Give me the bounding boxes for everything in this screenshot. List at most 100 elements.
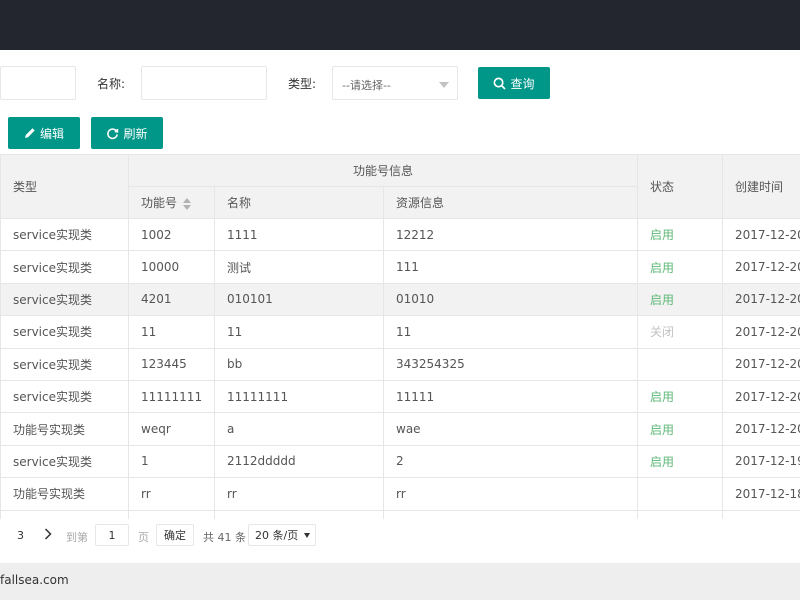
table-row[interactable]: 功能号实现类 weqr a wae 启用 2017-12-20 <box>0 412 800 446</box>
chevron-down-icon <box>439 82 449 88</box>
cell-name: rr <box>214 477 384 511</box>
type-label: 类型: <box>288 77 317 91</box>
query-button-label: 查询 <box>510 76 535 91</box>
cell-type: service实现类 <box>0 282 129 317</box>
cell-func-no: 10000 <box>128 250 215 284</box>
search-form: 名称: 类型: --请选择-- 查询 <box>0 66 800 100</box>
edit-button[interactable]: 编辑 <box>8 117 80 149</box>
cell-status: 启用 <box>637 444 724 479</box>
cell-name: 11 <box>214 315 384 349</box>
query-button[interactable]: 查询 <box>478 67 550 99</box>
cell-name: 11111111 <box>214 379 384 414</box>
cell-func-no: rr <box>128 477 215 511</box>
top-header-bar <box>0 0 800 50</box>
page-link-last[interactable]: 3 <box>17 529 24 542</box>
cell-resource: 11111 <box>382 379 639 414</box>
data-table: 类型 功能号信息 状态 创建时间 功能号 名称 资源信息 service实现类 … <box>0 154 800 519</box>
cell-func-no: 11 <box>128 315 215 349</box>
cell-type: service实现类 <box>0 379 129 414</box>
page-size-value: 20 条/页 <box>255 529 299 542</box>
refresh-button[interactable]: 刷新 <box>91 117 163 149</box>
cell-status: 启用 <box>637 217 724 252</box>
cell-func-no: 1002 <box>128 217 215 252</box>
cell-name: 010101 <box>214 282 384 317</box>
edit-button-label: 编辑 <box>39 126 64 141</box>
name-label: 名称: <box>97 77 126 91</box>
cell-func-no: 1 <box>128 444 215 479</box>
cell-created: 2017-12-20 <box>722 217 800 252</box>
cell-type: service实现类 <box>0 444 129 479</box>
cell-created: 2017-12-20 <box>722 379 800 414</box>
cell-name: 1111 <box>214 217 384 252</box>
goto-label: 到第 <box>66 531 88 544</box>
footer: fallsea.com <box>0 563 800 600</box>
cell-status <box>637 347 724 381</box>
cell-resource: 12212 <box>382 217 639 252</box>
cell-status: 关闭 <box>637 315 724 349</box>
name-search-input[interactable] <box>141 66 267 100</box>
table-row[interactable]: 功能号实现类 rr rr rr 2017-12-18 <box>0 477 800 511</box>
cell-type: service实现类 <box>0 217 129 252</box>
cell-status <box>637 477 724 511</box>
cell-created: 2017-12-20 <box>722 250 800 284</box>
refresh-icon <box>107 127 119 139</box>
header-name[interactable]: 名称 <box>214 186 384 219</box>
cell-type: service实现类 <box>0 315 129 349</box>
cell-status: 启用 <box>637 412 724 446</box>
cell-status: 启用 <box>637 282 724 317</box>
cell-func-no: weqr <box>128 412 215 446</box>
cell-created: 2017-12-20 <box>722 282 800 317</box>
cell-resource: 111 <box>382 250 639 284</box>
cell-created: 2017-12-20 <box>722 412 800 446</box>
cell-resource: 343254325 <box>382 347 639 381</box>
table-row[interactable]: service实现类 4201 010101 01010 启用 2017-12-… <box>0 282 800 317</box>
cell-type: 功能号实现类 <box>0 412 129 446</box>
header-func-group: 功能号信息 <box>127 154 639 187</box>
type-select-value: --请选择-- <box>342 79 391 92</box>
cell-name: 测试 <box>214 250 384 284</box>
edit-icon <box>24 128 35 138</box>
confirm-page-button[interactable]: 确定 <box>156 524 194 546</box>
table-row <box>0 509 800 519</box>
header-status[interactable]: 状态 <box>637 154 724 219</box>
table-row[interactable]: service实现类 1 2112ddddd 2 启用 2017-12-19 <box>0 444 800 479</box>
header-func-no-label: 功能号 <box>141 196 178 210</box>
search-field-left[interactable] <box>0 66 76 100</box>
page-number-input[interactable]: 1 <box>95 524 129 546</box>
cell-created: 2017-12-18 <box>722 477 800 511</box>
cell-created: 2017-12-20 <box>722 347 800 381</box>
table-row[interactable]: service实现类 123445 bb 343254325 2017-12-2… <box>0 347 800 381</box>
header-resource[interactable]: 资源信息 <box>382 186 639 219</box>
cell-status: 启用 <box>637 250 724 284</box>
caret-down-icon <box>304 533 310 538</box>
cell-resource: rr <box>382 477 639 511</box>
cell-name: bb <box>214 347 384 381</box>
cell-type: 功能号实现类 <box>0 477 129 511</box>
refresh-button-label: 刷新 <box>123 126 148 141</box>
search-icon <box>494 77 507 90</box>
cell-status: 启用 <box>637 379 724 414</box>
cell-func-no: 123445 <box>128 347 215 381</box>
total-count: 共 41 条 <box>203 531 246 544</box>
type-select[interactable]: --请选择-- <box>332 66 458 100</box>
page-size-select[interactable]: 20 条/页 <box>248 524 316 546</box>
cell-name: 2112ddddd <box>214 444 384 479</box>
page-unit-label: 页 <box>138 531 149 544</box>
table-row[interactable]: service实现类 11111111 11111111 11111 启用 20… <box>0 379 800 414</box>
cell-created: 2017-12-19 <box>722 444 800 479</box>
cell-name: a <box>214 412 384 446</box>
next-page-icon[interactable] <box>44 528 52 543</box>
table-row[interactable]: service实现类 1002 1111 12212 启用 2017-12-20 <box>0 217 800 252</box>
sort-icon[interactable] <box>183 197 192 210</box>
cell-func-no: 11111111 <box>128 379 215 414</box>
pagination: 3 到第 1 页 确定 共 41 条 20 条/页 <box>0 520 800 552</box>
cell-created: 2017-12-20 <box>722 315 800 349</box>
header-type[interactable]: 类型 <box>0 154 129 219</box>
cell-type: service实现类 <box>0 250 129 284</box>
header-created[interactable]: 创建时间 <box>722 154 800 219</box>
table-row[interactable]: service实现类 11 11 11 关闭 2017-12-20 <box>0 315 800 349</box>
table-row[interactable]: service实现类 10000 测试 111 启用 2017-12-20 <box>0 250 800 284</box>
cell-resource: wae <box>382 412 639 446</box>
cell-type: service实现类 <box>0 347 129 381</box>
header-func-no[interactable]: 功能号 <box>128 186 215 219</box>
